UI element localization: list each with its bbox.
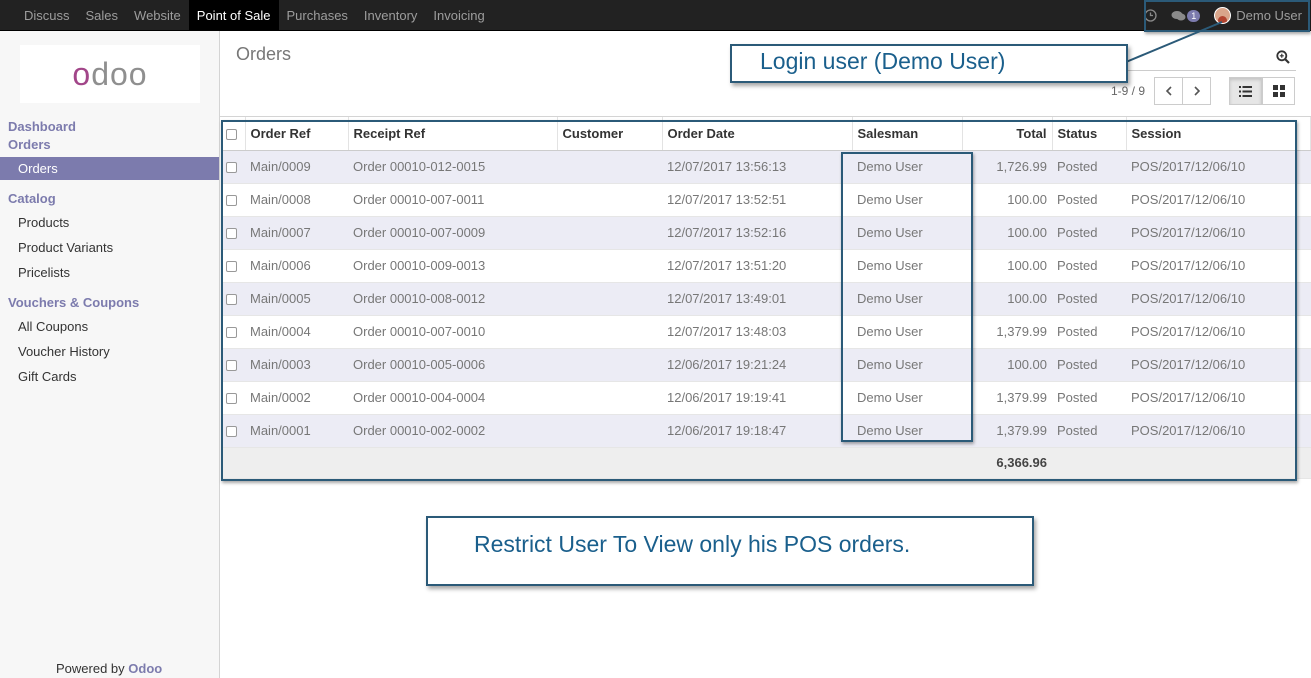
restrict-user-callout: Restrict User To View only his POS order… xyxy=(426,516,1034,586)
sidebar-item-product-variants[interactable]: Product Variants xyxy=(18,240,113,255)
page-title: Orders xyxy=(236,44,292,64)
menu-item-inventory[interactable]: Inventory xyxy=(356,0,425,31)
grid-icon xyxy=(1272,85,1285,97)
app-menu: Discuss Sales Website Point of Sale Purchase… xyxy=(16,0,493,31)
company-logo[interactable]: odoo xyxy=(20,45,200,103)
menu-item-purchases[interactable]: Purchases xyxy=(279,0,356,31)
odoo-logo: odoo xyxy=(72,55,148,92)
menu-item-sales[interactable]: Sales xyxy=(78,0,127,31)
menu-item-website[interactable]: Website xyxy=(126,0,189,31)
top-navbar: Discuss Sales Website Point of Sale Purchase… xyxy=(0,0,1311,31)
powered-by-label: Powered by xyxy=(56,661,125,676)
search-icon[interactable] xyxy=(1276,50,1290,64)
sidebar-item-products[interactable]: Products xyxy=(18,215,69,230)
odoo-link[interactable]: Odoo xyxy=(128,661,162,676)
sidebar-item-dashboard[interactable]: Dashboard xyxy=(8,119,76,134)
menu-item-point-of-sale[interactable]: Point of Sale xyxy=(188,0,279,31)
sidebar-section-vouchers[interactable]: Vouchers & Coupons xyxy=(8,295,139,310)
sidebar-item-gift-cards[interactable]: Gift Cards xyxy=(18,369,77,384)
pager-value[interactable]: 1-9 / 9 xyxy=(1111,84,1145,98)
sidebar: odoo Dashboard Orders Orders Catalog Pro… xyxy=(0,31,220,678)
sidebar-item-voucher-history[interactable]: Voucher History xyxy=(18,344,110,359)
chevron-left-icon xyxy=(1165,86,1172,96)
sidebar-item-pricelists[interactable]: Pricelists xyxy=(18,265,70,280)
menu-item-discuss[interactable]: Discuss xyxy=(16,0,78,31)
salesman-highlight-box xyxy=(841,152,973,442)
table-highlight-box xyxy=(221,120,1297,481)
sidebar-section-catalog[interactable]: Catalog xyxy=(8,191,56,206)
powered-by: Powered by Odoo xyxy=(56,661,162,676)
sidebar-item-orders[interactable]: Orders xyxy=(0,157,219,180)
chevron-right-icon xyxy=(1193,86,1200,96)
menu-item-invoicing[interactable]: Invoicing xyxy=(425,0,492,31)
login-user-callout: Login user (Demo User) xyxy=(730,44,1128,83)
pager-next-button[interactable] xyxy=(1182,77,1211,105)
sidebar-section-orders[interactable]: Orders xyxy=(8,137,51,152)
kanban-view-button[interactable] xyxy=(1262,77,1295,105)
list-icon xyxy=(1239,85,1252,97)
sidebar-item-all-coupons[interactable]: All Coupons xyxy=(18,319,88,334)
callout-pointer xyxy=(1125,21,1223,63)
list-view-button[interactable] xyxy=(1229,77,1262,105)
pager-previous-button[interactable] xyxy=(1154,77,1183,105)
